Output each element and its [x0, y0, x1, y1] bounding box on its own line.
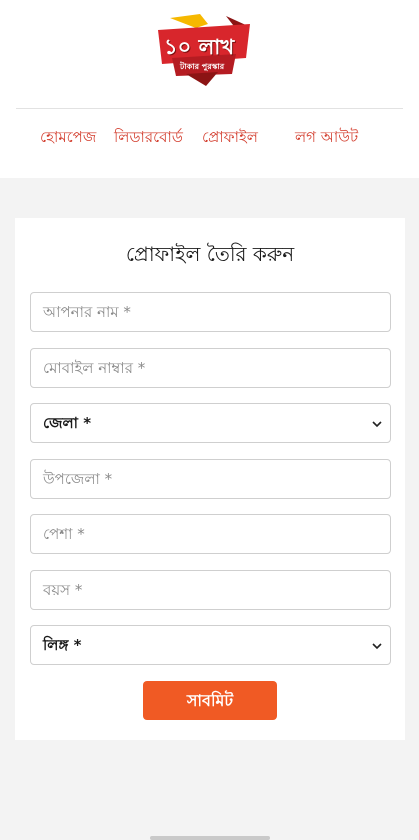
logo-sub-text: টাকার পুরস্কার	[180, 62, 225, 71]
brand-logo[interactable]: ১০ লাখ টাকার পুরস্কার	[156, 14, 252, 86]
nav-profile[interactable]: প্রোফাইল	[202, 126, 258, 151]
occupation-input[interactable]: পেশা *	[30, 514, 391, 554]
upazila-input[interactable]: উপজেলা *	[30, 459, 391, 499]
profile-form-card: প্রোফাইল তৈরি করুন আপনার নাম * মোবাইল না…	[15, 218, 405, 740]
name-input[interactable]: আপনার নাম *	[30, 292, 391, 332]
gender-select[interactable]: লিঙ্গ *	[30, 625, 391, 665]
district-select-value: জেলা *	[43, 414, 92, 432]
header: ১০ লাখ টাকার পুরস্কার হোমপেজ লিডারবোর্ড …	[0, 0, 419, 178]
header-divider	[16, 108, 403, 109]
chevron-down-icon	[372, 643, 382, 650]
form-title: প্রোফাইল তৈরি করুন	[125, 242, 295, 266]
nav-home[interactable]: হোমপেজ	[40, 126, 96, 151]
nav-logout[interactable]: লগ আউট	[295, 126, 358, 151]
age-input[interactable]: বয়স *	[30, 570, 391, 610]
gender-select-value: লিঙ্গ *	[43, 636, 82, 654]
nav-leaderboard[interactable]: লিডারবোর্ড	[114, 126, 183, 151]
mobile-input[interactable]: মোবাইল নাম্বার *	[30, 348, 391, 388]
chevron-down-icon	[372, 421, 382, 428]
district-select[interactable]: জেলা *	[30, 403, 391, 443]
submit-button[interactable]: সাবমিট	[143, 681, 277, 720]
main-nav: হোমপেজ লিডারবোর্ড প্রোফাইল লগ আউট	[0, 126, 419, 150]
home-indicator	[150, 836, 270, 840]
